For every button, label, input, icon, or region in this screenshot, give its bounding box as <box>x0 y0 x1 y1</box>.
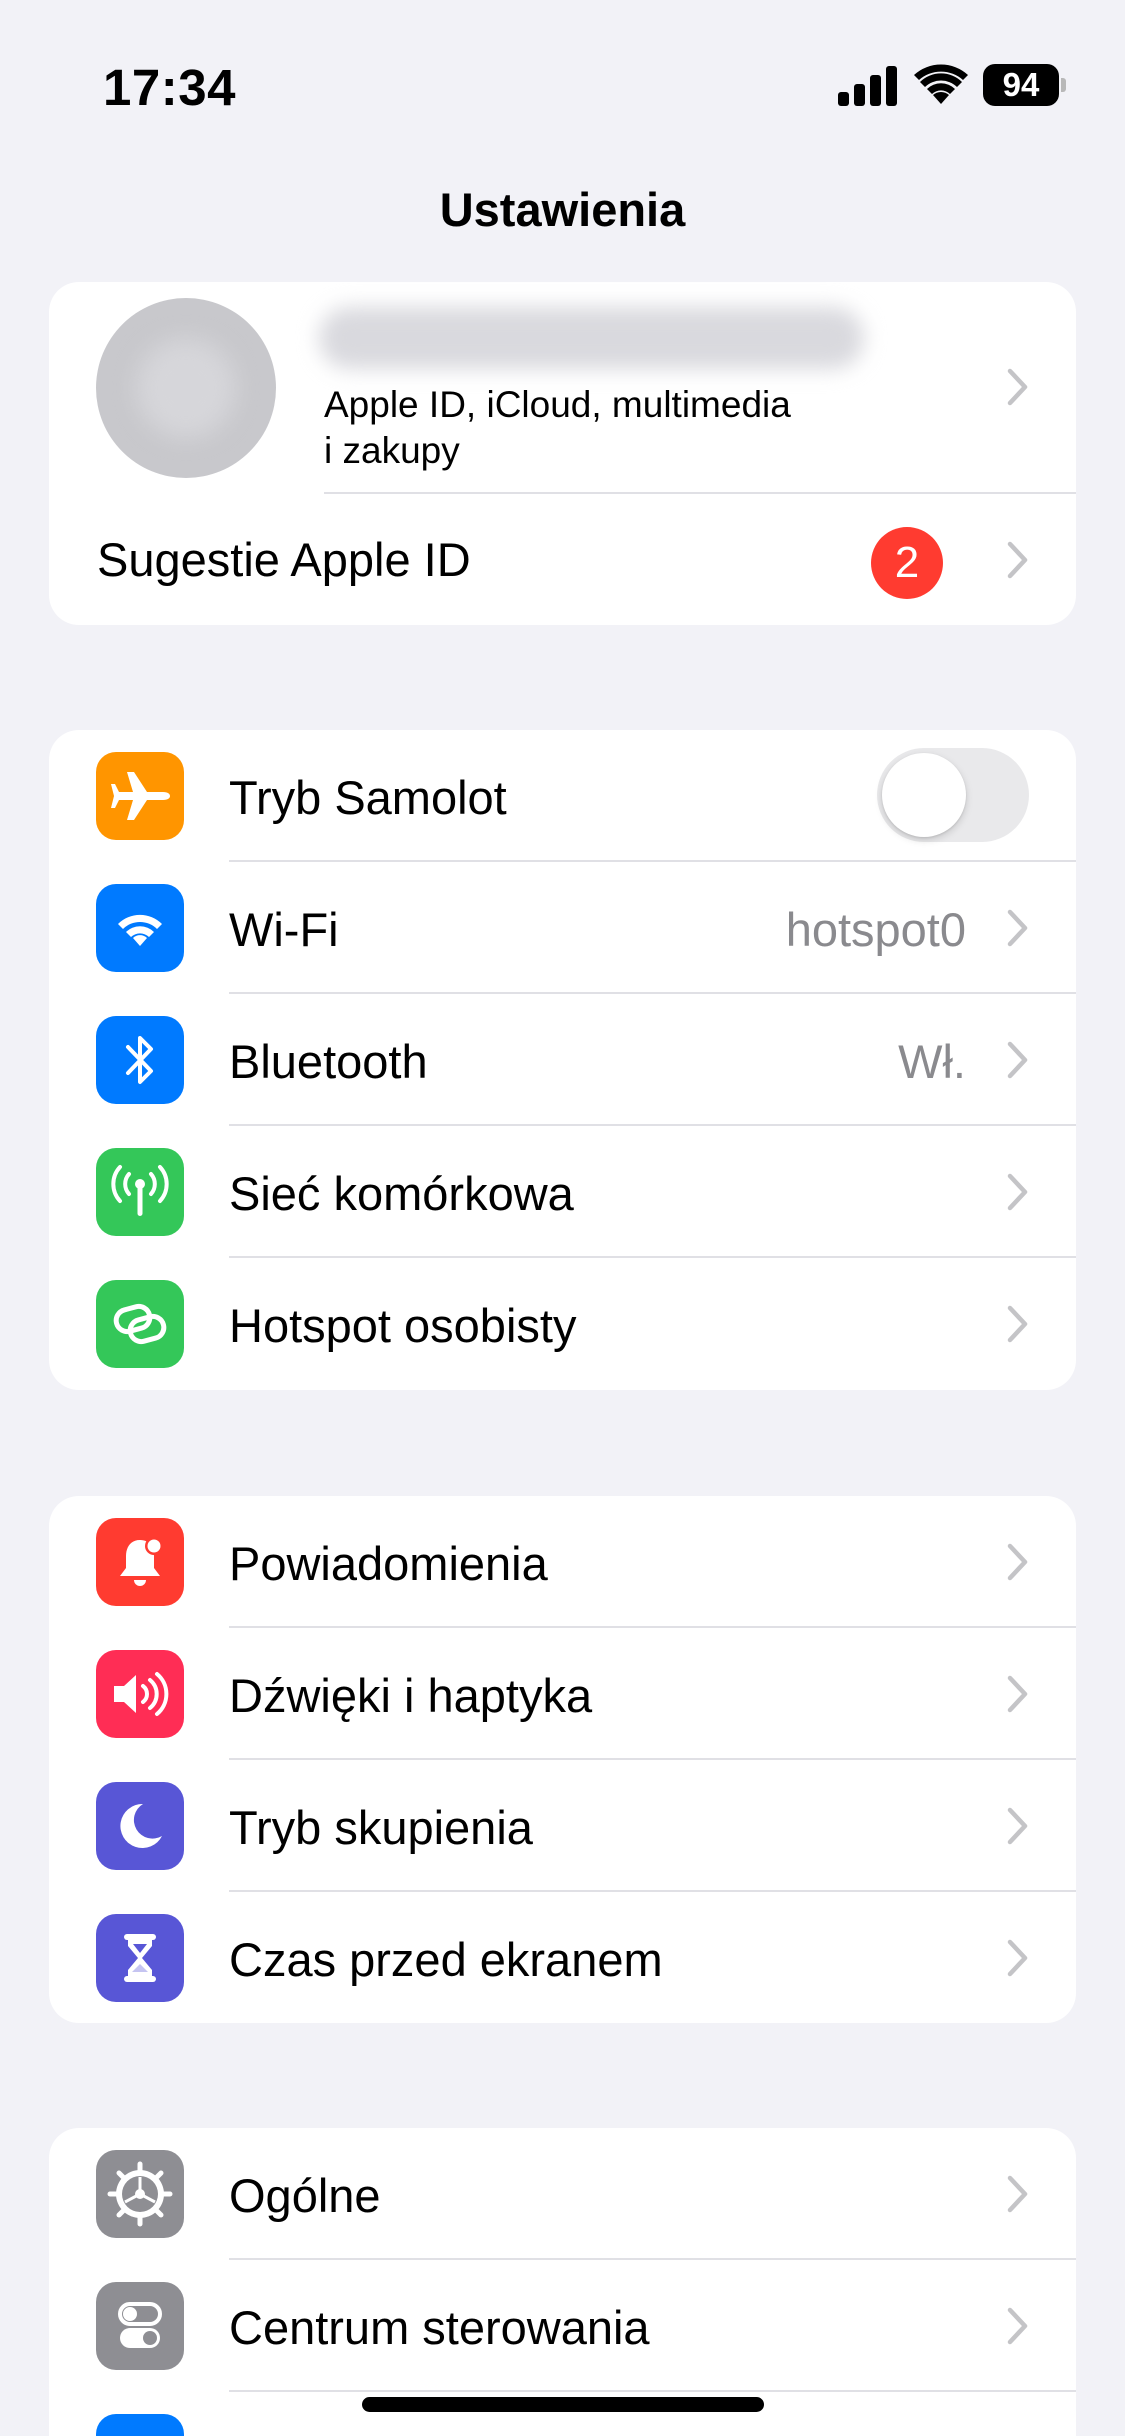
chevron-right-icon <box>1007 1041 1029 1079</box>
battery-icon: 94 <box>983 64 1066 106</box>
settings-row-control-center[interactable]: Centrum sterowania <box>49 2260 1076 2392</box>
settings-row-label: Czas przed ekranem <box>229 1933 663 1986</box>
chevron-right-icon <box>1007 1939 1029 1977</box>
chevron-right-icon <box>1007 909 1029 947</box>
avatar <box>96 298 276 478</box>
general-card: Ogólne Centrum sterowania <box>49 2128 1076 2436</box>
settings-row-label: Dźwięki i haptyka <box>229 1669 593 1722</box>
settings-row-wifi[interactable]: Wi-Fi hotspot0 <box>49 862 1076 994</box>
cellular-signal-icon <box>838 66 900 111</box>
gear-icon <box>96 2150 184 2238</box>
chevron-right-icon <box>1007 2175 1029 2213</box>
settings-row-cellular[interactable]: Sieć komórkowa <box>49 1126 1076 1258</box>
apple-id-suggestions-row[interactable]: Sugestie Apple ID 2 <box>49 494 1076 625</box>
settings-row-label: Centrum sterowania <box>229 2301 650 2354</box>
antenna-icon <box>96 1148 184 1236</box>
notifications-card: Powiadomienia Dźwięki i haptyka Tryb sku… <box>49 1496 1076 2023</box>
settings-row-label: Hotspot osobisty <box>229 1299 577 1352</box>
settings-row-label: Wi-Fi <box>229 903 339 956</box>
settings-row-label: Sieć komórkowa <box>229 1167 574 1220</box>
wifi-icon <box>96 884 184 972</box>
chevron-right-icon <box>1007 1543 1029 1581</box>
hourglass-icon <box>96 1914 184 2002</box>
settings-row-label: Tryb Samolot <box>229 771 507 824</box>
account-name-redacted <box>319 307 864 369</box>
status-time: 17:34 <box>103 59 236 116</box>
wifi-icon <box>914 62 968 111</box>
chevron-right-icon <box>1007 1173 1029 1211</box>
settings-row-bluetooth[interactable]: Bluetooth Wł. <box>49 994 1076 1126</box>
airplane-icon <box>96 752 184 840</box>
speaker-icon <box>96 1650 184 1738</box>
settings-row-focus[interactable]: Tryb skupienia <box>49 1760 1076 1892</box>
settings-row-label: Tryb skupienia <box>229 1801 533 1854</box>
settings-row-general[interactable]: Ogólne <box>49 2128 1076 2260</box>
chevron-right-icon <box>1007 2307 1029 2345</box>
home-indicator[interactable] <box>362 2397 764 2412</box>
app-icon <box>96 2414 184 2436</box>
chevron-right-icon <box>1007 1675 1029 1713</box>
moon-icon <box>96 1782 184 1870</box>
profile-card: Apple ID, iCloud, multimedia i zakupy Su… <box>49 282 1076 625</box>
status-bar: 17:34 94 <box>0 0 1125 160</box>
suggestions-label: Sugestie Apple ID <box>97 533 471 586</box>
notification-badge: 2 <box>871 527 943 599</box>
settings-row-sounds-haptics[interactable]: Dźwięki i haptyka <box>49 1628 1076 1760</box>
chevron-right-icon <box>1007 1807 1029 1845</box>
apple-id-row[interactable]: Apple ID, iCloud, multimedia i zakupy <box>49 282 1076 492</box>
chevron-right-icon <box>1007 541 1029 579</box>
connectivity-card: Tryb Samolot Wi-Fi hotspot0 Bluetooth Wł… <box>49 730 1076 1390</box>
wifi-network-value: hotspot0 <box>785 903 966 956</box>
switches-icon <box>96 2282 184 2370</box>
settings-row-label: Bluetooth <box>229 1035 428 1088</box>
settings-row-notifications[interactable]: Powiadomienia <box>49 1496 1076 1628</box>
chevron-right-icon <box>1007 368 1029 406</box>
bluetooth-status-value: Wł. <box>898 1035 966 1088</box>
battery-level: 94 <box>983 64 1059 106</box>
profile-subtitle: Apple ID, iCloud, multimedia i zakupy <box>324 384 791 471</box>
settings-row-personal-hotspot[interactable]: Hotspot osobisty <box>49 1258 1076 1390</box>
settings-row-screen-time[interactable]: Czas przed ekranem <box>49 1892 1076 2023</box>
airplane-mode-toggle[interactable] <box>877 748 1029 842</box>
link-icon <box>96 1280 184 1368</box>
settings-row-label: Powiadomienia <box>229 1537 548 1590</box>
settings-row-label: Ogólne <box>229 2169 381 2222</box>
bluetooth-icon <box>96 1016 184 1104</box>
page-title: Ustawienia <box>439 183 686 236</box>
chevron-right-icon <box>1007 1305 1029 1343</box>
settings-row-airplane-mode[interactable]: Tryb Samolot <box>49 730 1076 862</box>
bell-icon <box>96 1518 184 1606</box>
